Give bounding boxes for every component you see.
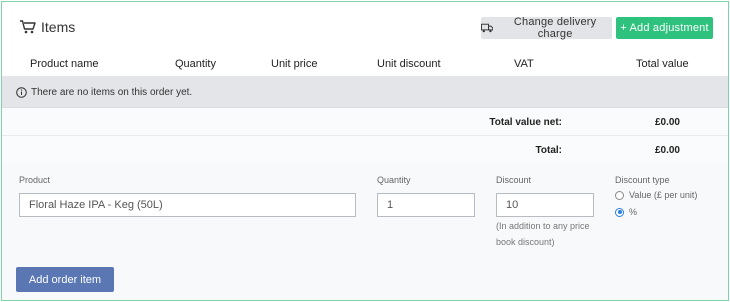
discount-input[interactable]	[496, 193, 594, 217]
discount-type-label: Discount type	[615, 175, 670, 185]
total-net-value: £0.00	[654, 117, 680, 128]
column-vat: VAT	[514, 58, 534, 70]
discount-hint-line-2: book discount)	[496, 237, 555, 247]
quantity-label: Quantity	[377, 175, 411, 185]
product-label: Product	[19, 175, 51, 185]
column-quantity: Quantity	[175, 58, 216, 70]
table-header: Product name Quantity Unit price Unit di…	[2, 50, 728, 77]
discount-type-value-radio[interactable]	[615, 190, 624, 200]
add-adjustment-button[interactable]: + Add adjustment	[616, 17, 713, 39]
items-header: Items Change delivery charge + Add adjus…	[2, 2, 728, 50]
column-unit-price: Unit price	[271, 58, 318, 70]
total-net-row: Total value net: £0.00	[2, 108, 728, 136]
total-value: £0.00	[654, 145, 680, 156]
discount-type-percent-radio[interactable]	[615, 207, 624, 217]
discount-type-value-label: Value (£ per unit)	[629, 190, 698, 200]
add-adjustment-label: + Add adjustment	[620, 22, 709, 34]
discount-type-value-option[interactable]: Value (£ per unit)	[615, 190, 697, 200]
change-delivery-charge-button[interactable]: Change delivery charge	[481, 16, 612, 40]
discount-type-percent-option[interactable]: %	[615, 207, 637, 217]
total-row: Total: £0.00	[2, 136, 728, 164]
empty-items-row: There are no items on this order yet.	[2, 77, 728, 108]
column-unit-discount: Unit discount	[377, 58, 441, 70]
discount-hint: (In addition to any price book discount)	[496, 218, 590, 250]
panel-title-text: Items	[41, 19, 76, 35]
items-panel: Items Change delivery charge + Add adjus…	[1, 1, 729, 301]
info-icon	[16, 86, 27, 98]
empty-items-message: There are no items on this order yet.	[31, 86, 193, 98]
total-label: Total:	[535, 145, 562, 156]
cart-icon	[20, 20, 36, 34]
discount-label: Discount	[496, 175, 532, 185]
discount-hint-line-1: (In addition to any price	[496, 221, 590, 231]
column-product-name: Product name	[30, 58, 99, 70]
change-delivery-charge-label: Change delivery charge	[513, 16, 597, 40]
truck-icon	[481, 23, 494, 33]
product-input[interactable]	[19, 193, 356, 217]
quantity-input[interactable]	[377, 193, 475, 217]
panel-title: Items	[19, 19, 75, 35]
discount-type-percent-label: %	[629, 207, 638, 217]
add-order-item-button[interactable]: Add order item	[16, 267, 114, 292]
column-total-value: Total value	[636, 58, 689, 70]
add-item-form: Product Quantity Discount (In addition t…	[2, 163, 728, 300]
total-net-label: Total value net:	[489, 117, 562, 128]
